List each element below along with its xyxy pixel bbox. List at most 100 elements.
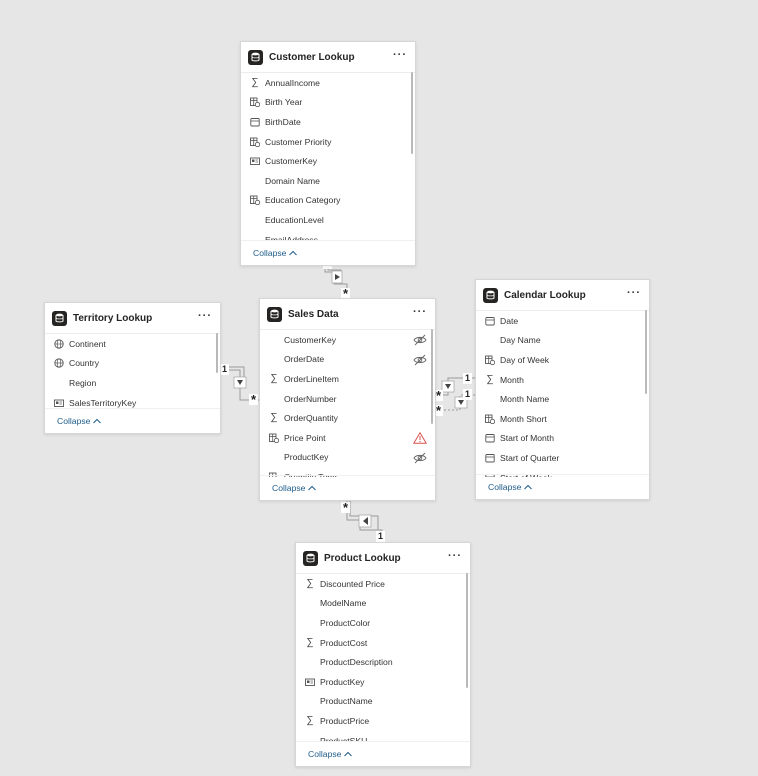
field-list[interactable]: ∑ Discounted Price ModelName ProductColor ∑ P… — [296, 574, 470, 742]
field-row[interactable]: ProductKey — [260, 448, 427, 468]
field-row[interactable]: Month Short — [476, 409, 649, 429]
field-list[interactable]: Continent Country Region SalesTerritoryKey — [45, 334, 220, 412]
field-name: ProductCost — [320, 637, 368, 648]
hidden-eye-icon — [413, 354, 427, 366]
calculated-column-icon — [485, 414, 495, 424]
field-row[interactable]: OrderNumber — [260, 389, 405, 409]
table-card-header[interactable]: Calendar Lookup ··· — [476, 280, 649, 310]
field-row[interactable]: CustomerKey — [241, 151, 415, 171]
scrollbar[interactable] — [431, 329, 433, 424]
field-row[interactable]: EducationLevel — [241, 210, 415, 230]
table-card-header[interactable]: Sales Data ··· — [260, 299, 435, 329]
field-row[interactable]: ∑ Month — [476, 370, 649, 390]
key-card-icon — [54, 398, 64, 408]
field-name: ProductKey — [284, 452, 329, 463]
field-row[interactable]: Customer Priority — [241, 132, 415, 152]
field-row[interactable]: ProductDescription — [296, 652, 470, 672]
field-name: ProductDescription — [320, 657, 393, 668]
collapse-label: Collapse — [308, 749, 342, 759]
field-row[interactable]: ∑ OrderLineItem — [260, 369, 405, 389]
field-row[interactable]: OrderDate — [260, 350, 427, 370]
field-row[interactable]: Day of Week — [476, 350, 649, 370]
field-row[interactable]: ∑ ProductPrice — [296, 711, 470, 731]
collapse-button[interactable]: Collapse — [253, 248, 298, 258]
field-name: Customer Priority — [265, 136, 332, 147]
field-row[interactable]: Region — [45, 373, 220, 393]
field-list[interactable]: ∑ AnnualIncome Birth Year BirthDate Customer… — [241, 73, 415, 241]
field-row[interactable]: Start of Quarter — [476, 448, 649, 468]
cardinality-one: 1 — [220, 364, 230, 375]
table-card-calendar-lookup[interactable]: Calendar Lookup ··· Date Day Name Day of W… — [475, 279, 650, 500]
field-row[interactable]: Birth Year — [241, 93, 415, 113]
field-name: ProductName — [320, 696, 373, 707]
field-row[interactable]: Price Point — [260, 428, 428, 448]
cross-filter-arrow-icon — [358, 514, 372, 528]
scrollbar[interactable] — [466, 573, 468, 688]
table-card-header[interactable]: Product Lookup ··· — [296, 543, 470, 573]
table-card-product-lookup[interactable]: Product Lookup ··· ∑ Discounted Price Mode… — [295, 542, 471, 767]
table-card-territory-lookup[interactable]: Territory Lookup ··· Continent Country Reg… — [44, 302, 221, 434]
field-name: Date — [500, 315, 519, 326]
model-diagram-canvas[interactable]: 1 * 1 * * * 1 1 * 1 Customer Lookup ··· … — [0, 0, 758, 776]
scrollbar[interactable] — [411, 72, 413, 154]
collapse-button[interactable]: Collapse — [488, 482, 533, 492]
field-row[interactable]: Month Name — [476, 389, 649, 409]
field-name: CustomerKey — [265, 156, 318, 167]
table-card-header[interactable]: Territory Lookup ··· — [45, 303, 220, 333]
hidden-eye-icon — [413, 334, 427, 346]
table-card-header[interactable]: Customer Lookup ··· — [241, 42, 415, 72]
table-icon — [483, 287, 498, 303]
more-options-icon[interactable]: ··· — [393, 50, 407, 61]
field-row[interactable]: ProductKey — [296, 672, 470, 692]
calculated-column-icon — [485, 355, 495, 365]
more-options-icon[interactable]: ··· — [198, 311, 212, 322]
field-row[interactable]: ∑ ProductCost — [296, 633, 470, 653]
cross-filter-arrow-icon — [331, 270, 343, 284]
field-name: ProductKey — [320, 676, 365, 687]
field-row[interactable]: Continent — [45, 334, 220, 354]
field-row[interactable]: Education Category — [241, 191, 415, 211]
field-row[interactable]: Domain Name — [241, 171, 415, 191]
field-list[interactable]: CustomerKey OrderDate ∑ OrderLineItem OrderN… — [260, 330, 435, 477]
field-name: ModelName — [320, 598, 367, 609]
field-list[interactable]: Date Day Name Day of Week ∑ Month Month Name M… — [476, 311, 649, 477]
field-row[interactable]: ∑ AnnualIncome — [241, 73, 415, 93]
more-options-icon[interactable]: ··· — [627, 288, 641, 299]
field-row[interactable]: Date — [476, 311, 649, 331]
more-options-icon[interactable]: ··· — [448, 551, 462, 562]
field-row[interactable]: CustomerKey — [260, 330, 427, 350]
field-row[interactable]: ModelName — [296, 594, 470, 614]
field-row[interactable]: ProductColor — [296, 613, 470, 633]
more-options-icon[interactable]: ··· — [413, 307, 427, 318]
field-row[interactable]: ∑ OrderQuantity — [260, 408, 405, 428]
field-row[interactable]: Country — [45, 354, 220, 374]
field-name: OrderQuantity — [284, 413, 338, 424]
cardinality-one: 1 — [376, 531, 386, 542]
collapse-label: Collapse — [272, 483, 306, 493]
collapse-button[interactable]: Collapse — [308, 749, 353, 759]
calendar-icon — [485, 433, 495, 443]
field-row[interactable]: Start of Month — [476, 429, 649, 449]
field-name: Continent — [69, 338, 106, 349]
field-name: BirthDate — [265, 116, 301, 127]
calendar-icon — [485, 316, 495, 326]
table-card-sales-data[interactable]: Sales Data ··· CustomerKey OrderDate ∑ Orde… — [259, 298, 436, 501]
table-title: Territory Lookup — [73, 312, 153, 324]
collapse-label: Collapse — [488, 482, 522, 492]
scrollbar[interactable] — [645, 310, 647, 394]
field-row[interactable]: BirthDate — [241, 112, 415, 132]
table-title: Product Lookup — [324, 552, 401, 564]
field-row[interactable]: Day Name — [476, 331, 649, 351]
collapse-button[interactable]: Collapse — [272, 483, 317, 493]
field-name: CustomerKey — [284, 334, 337, 345]
cross-filter-arrow-icon — [233, 376, 247, 389]
hidden-eye-icon — [413, 452, 427, 464]
calculated-column-icon — [250, 137, 260, 147]
field-row[interactable]: ProductName — [296, 692, 470, 712]
table-card-customer-lookup[interactable]: Customer Lookup ··· ∑ AnnualIncome Birth Y… — [240, 41, 416, 266]
scrollbar[interactable] — [216, 333, 218, 373]
collapse-button[interactable]: Collapse — [57, 416, 102, 426]
sigma-icon: ∑ — [306, 636, 314, 648]
field-row[interactable]: ∑ Discounted Price — [296, 574, 470, 594]
chevron-up-icon — [289, 250, 298, 256]
